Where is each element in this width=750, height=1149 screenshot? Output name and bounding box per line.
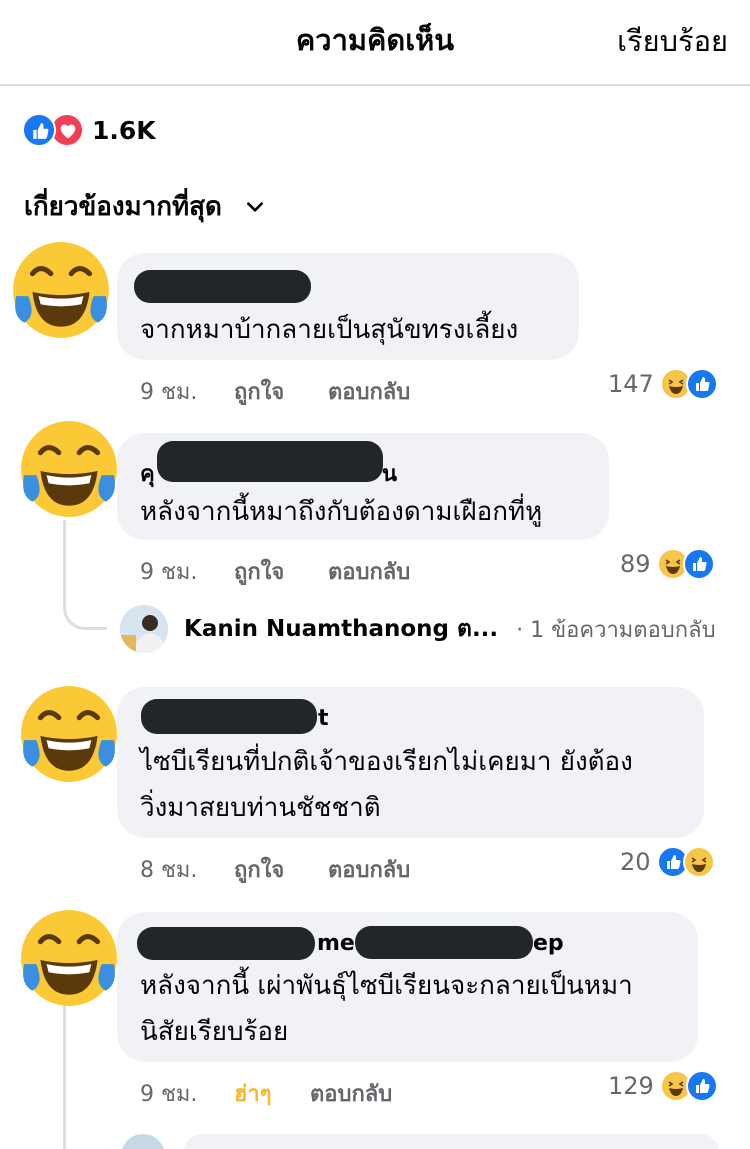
reply-button[interactable]: ตอบกลับ [328, 374, 410, 409]
reply-bubble[interactable] [183, 1134, 720, 1149]
header-bar: ความคิดเห็น เรียบร้อย [0, 0, 750, 86]
comment-time: 9 ชม. [140, 380, 198, 405]
reactions-count: 1.6K [92, 115, 156, 145]
comment-time: 8 ชม. [140, 858, 198, 883]
comment-text-line: นิสัยเรียบร้อย [140, 1017, 289, 1047]
reply-preview[interactable]: Kanin Nuamthanong ต... · 1 ข้อความตอบกลั… [120, 605, 716, 653]
redacted-name [355, 926, 533, 959]
commenter-name-start[interactable]: คุ [140, 456, 155, 491]
haha-reaction-button[interactable]: ฮ่าๆ [234, 1076, 310, 1111]
haha-icon [682, 846, 715, 878]
reply-author-name[interactable]: Kanin Nuamthanong ต... [184, 611, 498, 647]
commenter-name-end: น [382, 462, 398, 487]
like-icon [22, 113, 56, 147]
like-button[interactable]: ถูกใจ [234, 852, 328, 887]
comment-actions: 9 ชม. ฮ่าๆ ตอบกลับ [140, 1076, 392, 1111]
laughing-emoji-avatar[interactable] [10, 239, 112, 341]
laughing-emoji-avatar[interactable] [18, 418, 120, 520]
avatar [121, 1134, 165, 1149]
comment-reactions[interactable]: 89 [620, 548, 715, 580]
like-icon [685, 368, 718, 400]
sort-selector[interactable]: เกี่ยวข้องมากที่สุด [24, 186, 266, 227]
like-icon [685, 1070, 718, 1102]
comment-actions: 8 ชม. ถูกใจ ตอบกลับ [140, 852, 410, 887]
reaction-count: 20 [620, 848, 651, 876]
commenter-name-end: ep [533, 931, 564, 956]
chevron-down-icon [247, 201, 263, 212]
reaction-count: 147 [608, 370, 654, 398]
sort-label: เกี่ยวข้องมากที่สุด [24, 192, 222, 222]
comment-text-line: วิ่งมาสยบท่านชัชชาติ [140, 793, 381, 823]
comment-text-line: หลังจากนี้ เผ่าพันธุ์ไซบีเรียนจะกลายเป็น… [140, 971, 633, 1001]
avatar [120, 605, 168, 653]
thread-connector [63, 520, 107, 630]
comment-time: 9 ชม. [140, 1082, 198, 1107]
reply-button[interactable]: ตอบกลับ [328, 554, 410, 589]
comment-text: หลังจากนี้หมาถึงกับต้องดามเฝือกที่หู [140, 497, 543, 527]
comment-reactions[interactable]: 129 [608, 1070, 718, 1102]
comment-time: 9 ชม. [140, 560, 198, 585]
reply-button[interactable]: ตอบกลับ [310, 1076, 392, 1111]
like-button[interactable]: ถูกใจ [234, 554, 328, 589]
done-button[interactable]: เรียบร้อย [617, 18, 728, 64]
like-button[interactable]: ถูกใจ [234, 374, 328, 409]
comment-actions: 9 ชม. ถูกใจ ตอบกลับ [140, 554, 410, 589]
reactions-summary[interactable]: 1.6K [22, 112, 156, 148]
comment-text-line: ไซบีเรียนที่ปกติเจ้าของเรียกไม่เคยมา ยัง… [140, 747, 633, 777]
reply-count[interactable]: · 1 ข้อความตอบกลับ [516, 612, 715, 647]
reply-button[interactable]: ตอบกลับ [328, 852, 410, 887]
redacted-name [157, 441, 383, 482]
comment-text: จากหมาบ้ากลายเป็นสุนัขทรงเลี้ยง [140, 315, 519, 345]
commenter-name-end: t [318, 706, 329, 731]
reaction-count: 89 [620, 550, 651, 578]
reaction-count: 129 [608, 1072, 654, 1100]
comment-reactions[interactable]: 20 [620, 846, 715, 878]
like-icon [682, 548, 715, 580]
laughing-emoji-avatar[interactable] [18, 907, 120, 1009]
comment-actions: 9 ชม. ถูกใจ ตอบกลับ [140, 374, 410, 409]
redacted-name [141, 699, 317, 734]
comment-reactions[interactable]: 147 [608, 368, 718, 400]
redacted-name [134, 270, 311, 303]
redacted-name [137, 927, 315, 960]
laughing-emoji-avatar[interactable] [18, 683, 120, 785]
